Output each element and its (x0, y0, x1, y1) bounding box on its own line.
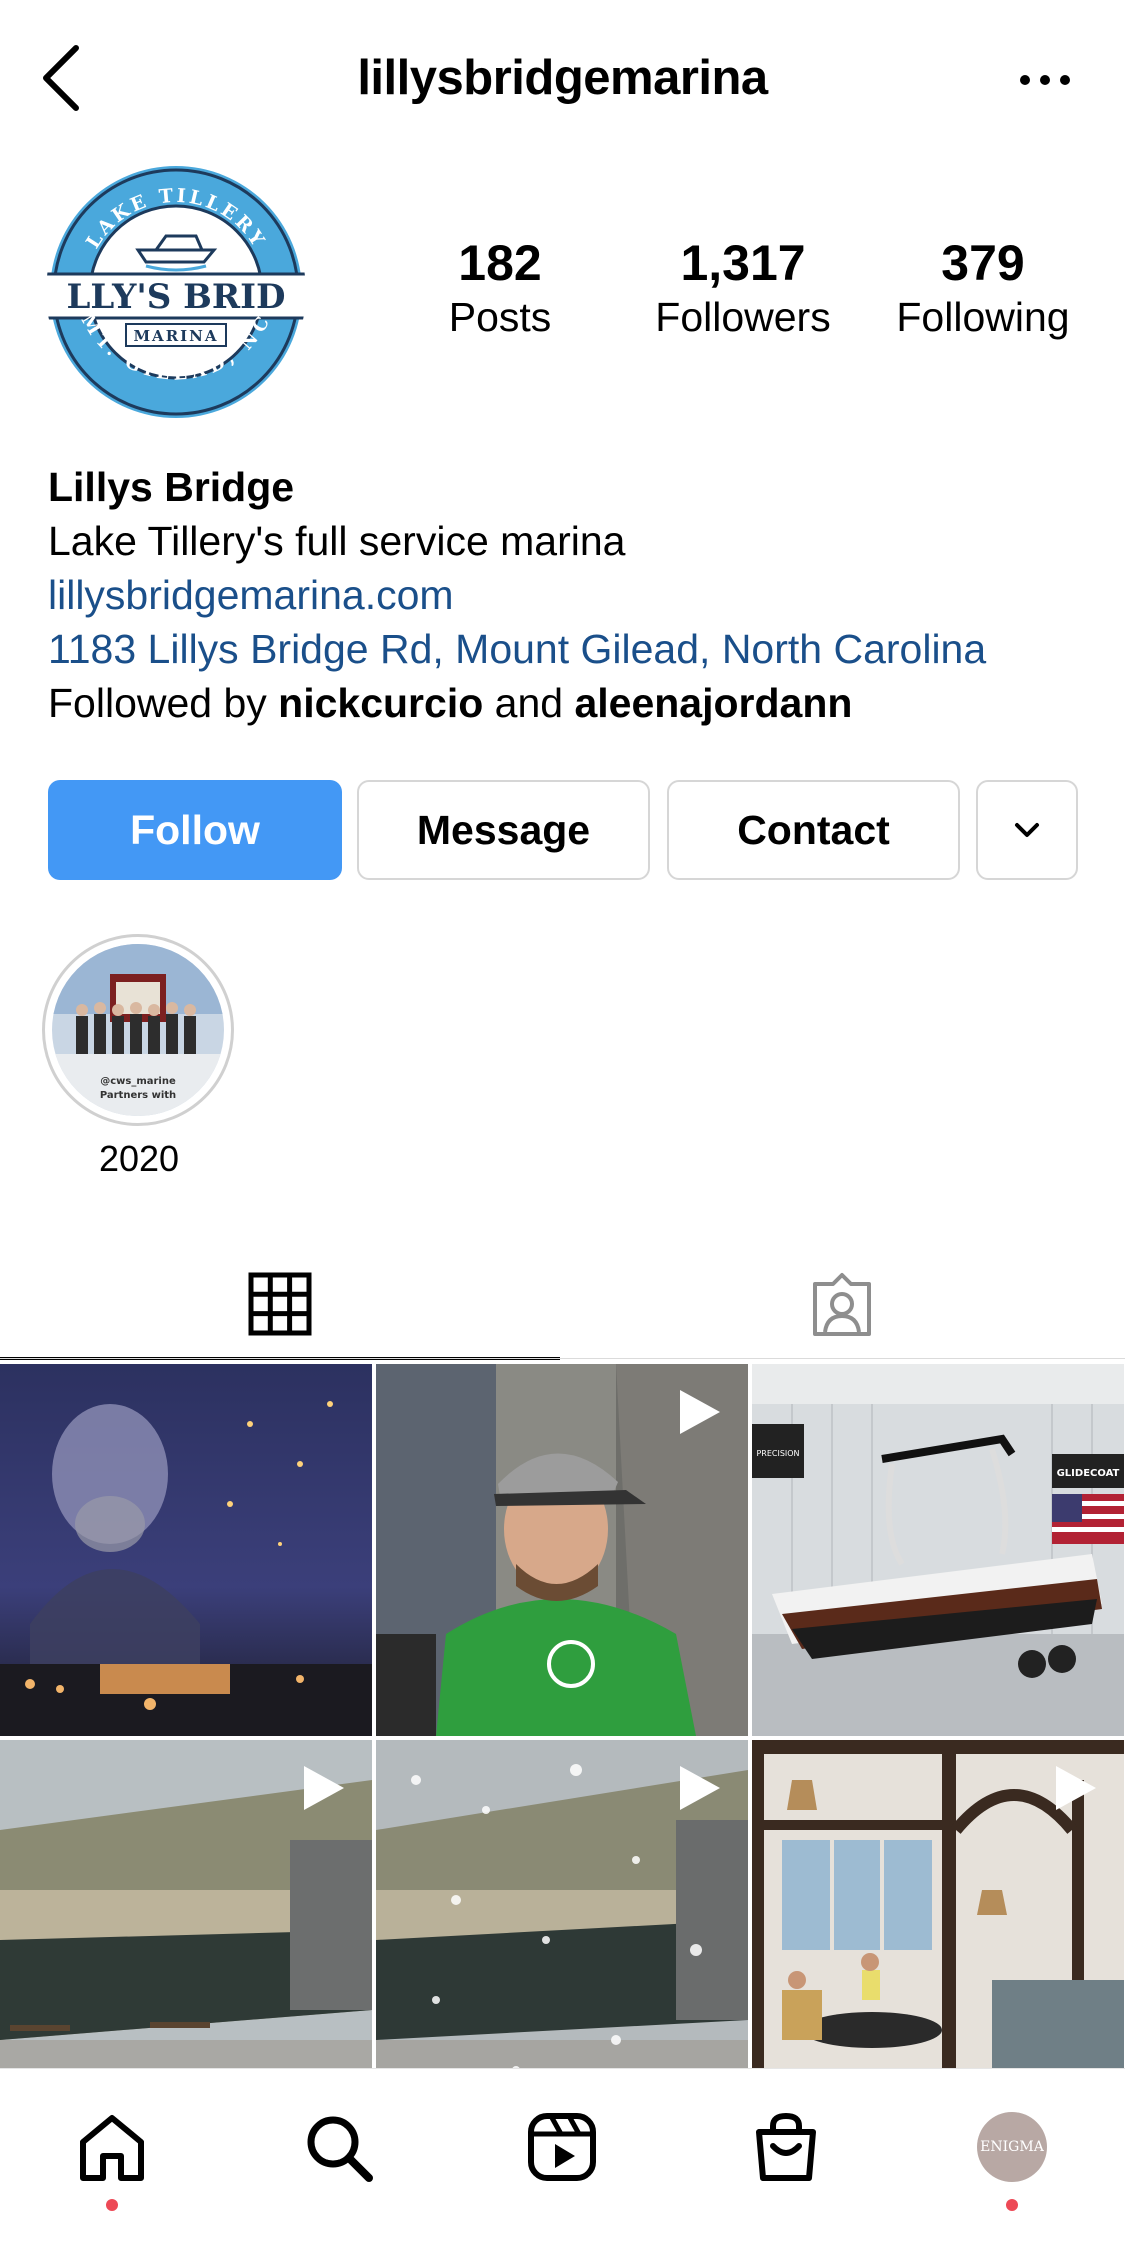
search-icon (307, 2116, 373, 2182)
marina-logo: LLY'S BRID MARINA LAKE TILLERY MT. GILEA… (46, 162, 306, 422)
post-image: PRECISION GLIDECOAT (752, 1364, 1124, 1736)
grid-post-1[interactable] (0, 1364, 372, 1736)
bio-website-link[interactable]: lillysbridgemarina.com (48, 568, 1108, 622)
posts-label: Posts (448, 294, 552, 340)
bio-description: Lake Tillery's full service marina (48, 518, 626, 564)
followed-by-user2: aleenajordann (574, 680, 853, 726)
shopping-bag-icon (756, 2112, 816, 2181)
tabs-divider (0, 1358, 1125, 1359)
bio-address-link[interactable]: 1183 Lillys Bridge Rd, Mount Gilead, Nor… (48, 622, 1108, 676)
followed-by[interactable]: Followed by nickcurcio and aleenajordann (48, 676, 1108, 730)
stat-followers[interactable]: 1,317 Followers (623, 235, 863, 343)
profile-avatar-small: ENIGMA (977, 2112, 1047, 2182)
svg-text:PRECISION: PRECISION (756, 1449, 799, 1458)
svg-text:Partners with: Partners with (100, 1090, 176, 1101)
chevron-down-icon (1015, 823, 1039, 837)
nav-shop[interactable] (746, 2107, 826, 2187)
profile-actions: Follow Message Contact (48, 780, 1078, 880)
message-button[interactable]: Message (357, 780, 650, 880)
posts-count: 182 (458, 235, 542, 291)
profile-bio: Lillys Bridge Lake Tillery's full servic… (48, 460, 1108, 730)
highlight-cover: @cws_marine Partners with (52, 944, 224, 1116)
highlight-label: 2020 (98, 1138, 180, 1179)
reels-icon (528, 2113, 596, 2181)
more-dots-icon (1020, 75, 1070, 85)
svg-text:LLY'S BRID: LLY'S BRID (66, 277, 285, 317)
tagged-user-icon (813, 1273, 871, 1336)
stat-posts[interactable]: 182 Posts (380, 235, 620, 343)
stat-following[interactable]: 379 Following (863, 235, 1103, 343)
svg-text:@cws_marine: @cws_marine (100, 1076, 176, 1087)
following-label: Following (896, 294, 1070, 340)
contact-button[interactable]: Contact (667, 780, 960, 880)
home-notification-dot (106, 2199, 118, 2211)
followed-by-and: and (483, 680, 575, 726)
following-count: 379 (941, 235, 1025, 291)
nav-profile[interactable]: ENIGMA (972, 2107, 1052, 2187)
nav-search[interactable] (298, 2107, 378, 2187)
posts-grid: PRECISION GLIDECOAT (0, 1364, 1125, 2112)
post-image (0, 1364, 372, 1736)
followed-by-prefix: Followed by (48, 680, 279, 726)
more-options-button[interactable] (1015, 60, 1075, 100)
followers-count: 1,317 (680, 235, 806, 291)
reel-icon (680, 1390, 720, 1434)
follow-button[interactable]: Follow (48, 780, 342, 880)
profile-display-name: Lillys Bridge (48, 464, 295, 510)
highlight-cover-image: @cws_marine Partners with (52, 944, 224, 1116)
grid-post-5[interactable] (376, 1740, 748, 2112)
highlight-ring: @cws_marine Partners with (42, 934, 234, 1126)
tab-posts-grid[interactable] (0, 1250, 560, 1360)
profile-username: lillysbridgemarina (357, 51, 768, 105)
profile-header: lillysbridgemarina (0, 0, 1125, 160)
reel-icon (1056, 1766, 1096, 1810)
nav-reels[interactable] (522, 2107, 602, 2187)
profile-notification-dot (1006, 2199, 1018, 2211)
profile-tabs (0, 1250, 1125, 1360)
grid-post-6[interactable] (752, 1740, 1124, 2112)
story-highlight[interactable]: @cws_marine Partners with 2020 (42, 934, 236, 1180)
bottom-navigation: ENIGMA (0, 2068, 1125, 2247)
profile-stats: 182 Posts 1,317 Followers 379 Following (380, 235, 1100, 355)
reel-icon (680, 1766, 720, 1810)
nav-home[interactable] (72, 2107, 152, 2187)
tab-tagged[interactable] (562, 1250, 1122, 1360)
grid-icon (248, 1272, 312, 1335)
grid-post-4[interactable] (0, 1740, 372, 2112)
profile-avatar[interactable]: LLY'S BRID MARINA LAKE TILLERY MT. GILEA… (46, 162, 306, 422)
svg-text:GLIDECOAT: GLIDECOAT (1057, 1468, 1120, 1479)
svg-text:MARINA: MARINA (133, 327, 218, 345)
followers-label: Followers (655, 294, 831, 340)
grid-post-2[interactable] (376, 1364, 748, 1736)
grid-post-3[interactable]: PRECISION GLIDECOAT (752, 1364, 1124, 1736)
followed-by-user1: nickcurcio (278, 680, 484, 726)
home-icon (80, 2115, 144, 2181)
suggested-accounts-button[interactable] (976, 780, 1078, 880)
reel-icon (304, 1766, 344, 1810)
